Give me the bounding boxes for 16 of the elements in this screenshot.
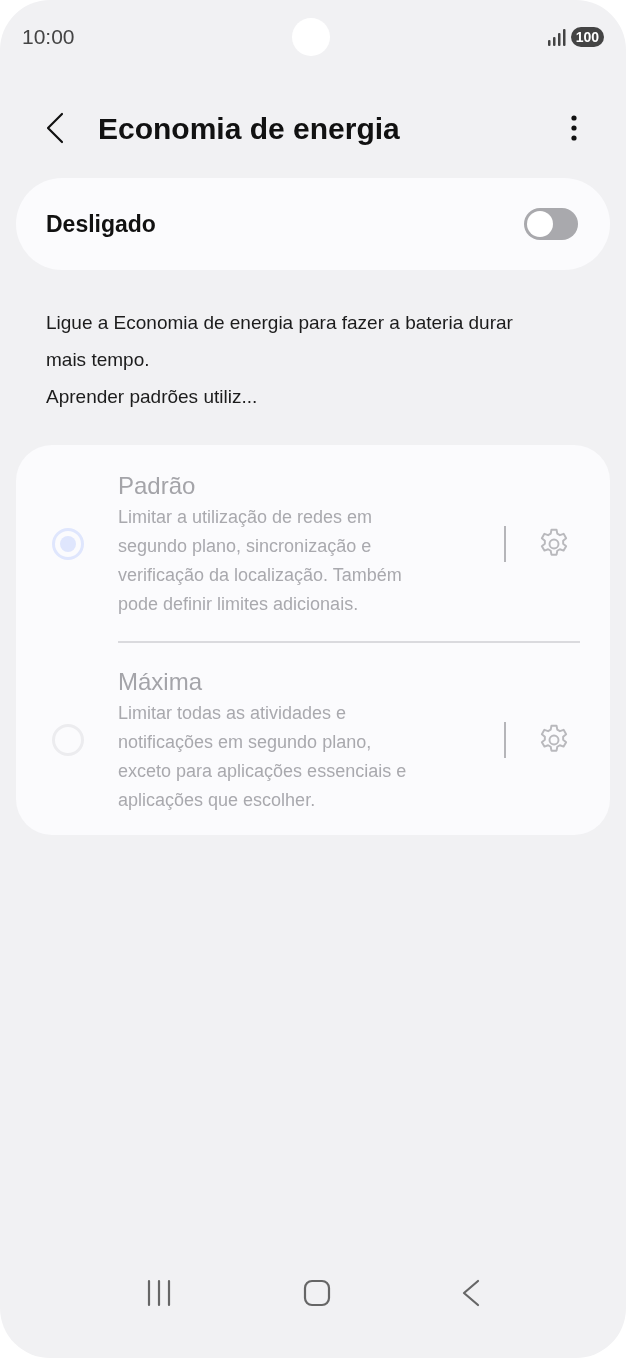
mode-description: Limitar a utilização de redes em segundo plano, sincronização e verificação da localização. Também pode definir limites adicionais. bbox=[118, 506, 403, 616]
signal-icon bbox=[546, 28, 567, 46]
mode-title: Máxima bbox=[118, 667, 203, 697]
recent-apps-icon[interactable] bbox=[145, 1279, 172, 1307]
battery-badge: 100 bbox=[570, 27, 604, 47]
description-text: Ligue a Economia de energia para fazer a bateria durar mais tempo. bbox=[46, 311, 514, 372]
more-options-icon[interactable] bbox=[570, 114, 578, 142]
toggle-switch[interactable] bbox=[524, 208, 578, 240]
mode-description: Limitar todas as atividades e notificações em segundo plano, exceto para aplicações essenciais e aplicações que escolher. bbox=[118, 702, 408, 812]
back-icon[interactable] bbox=[44, 112, 66, 144]
status-time: 10:00 bbox=[22, 24, 75, 51]
switch-label: Desligado bbox=[46, 209, 156, 239]
home-icon[interactable] bbox=[303, 1279, 331, 1307]
page-title: Economia de energia bbox=[98, 110, 401, 147]
mode-title: Padrão bbox=[118, 471, 197, 501]
description-text[interactable]: Aprender padrões utiliz... bbox=[46, 378, 556, 415]
